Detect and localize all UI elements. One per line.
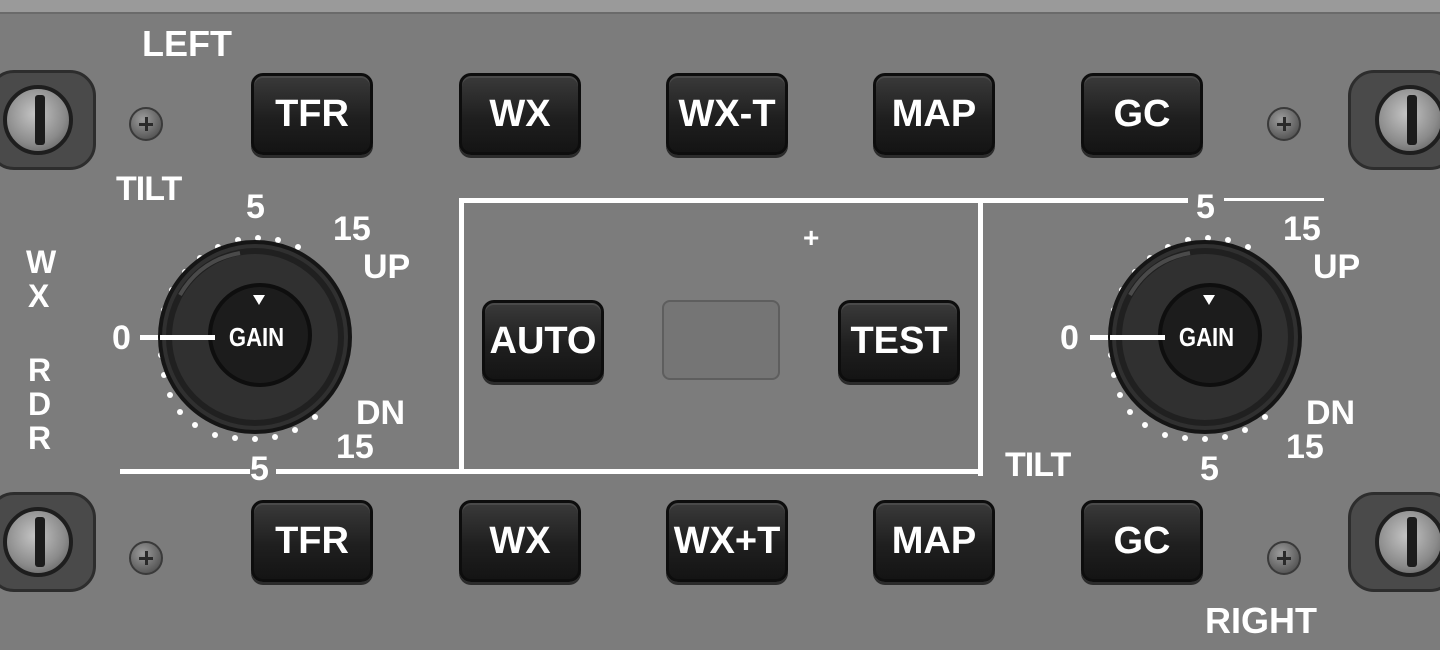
right-scale-dn15: 15 <box>1286 428 1324 466</box>
plus-marker: + <box>803 222 820 253</box>
status-display <box>662 300 780 380</box>
tilt-label-right: TILT <box>1005 446 1071 484</box>
center-frame-left <box>459 198 464 471</box>
tilt-label-left: TILT <box>116 170 182 208</box>
top-map-button[interactable]: MAP <box>873 73 995 155</box>
mount-screw-top-left <box>0 70 96 170</box>
test-button[interactable]: TEST <box>838 300 960 382</box>
right-gain-tilt-knob[interactable]: GAIN <box>1090 225 1320 450</box>
bottom-map-button[interactable]: MAP <box>873 500 995 582</box>
center-frame-right <box>978 198 983 476</box>
left-gain-label: GAIN <box>228 322 285 352</box>
left-scale-dn15: 15 <box>336 428 374 466</box>
right-scale-zero: 0 <box>1060 319 1079 357</box>
wx-rdr-letter: R <box>28 420 52 456</box>
left-scale-zero: 0 <box>112 319 131 357</box>
mount-screw-icon <box>1375 507 1440 577</box>
right-scale-dn: DN <box>1306 394 1356 432</box>
right-scale-up15: 15 <box>1283 210 1321 248</box>
top-gc-button[interactable]: GC <box>1081 73 1203 155</box>
left-divider-a <box>120 469 250 474</box>
mount-screw-icon <box>3 507 73 577</box>
wx-rdr-letter: W <box>26 244 57 280</box>
right-label: RIGHT <box>1205 600 1317 641</box>
panel-screw-icon <box>129 541 163 575</box>
mount-screw-icon <box>1375 85 1440 155</box>
left-scale-up: UP <box>363 248 411 286</box>
wx-rdr-letter: D <box>28 386 52 422</box>
top-wx-button[interactable]: WX <box>459 73 581 155</box>
left-divider-b <box>276 469 983 474</box>
bottom-gc-button[interactable]: GC <box>1081 500 1203 582</box>
right-scale-up: UP <box>1313 248 1361 286</box>
left-scale-dn5: 5 <box>250 450 269 488</box>
right-scale-dn5: 5 <box>1200 450 1219 488</box>
top-wx-t-button[interactable]: WX-T <box>666 73 788 155</box>
bottom-wx-plus-t-button[interactable]: WX+T <box>666 500 788 582</box>
right-scale-up5: 5 <box>1196 188 1215 226</box>
panel-screw-icon <box>1267 541 1301 575</box>
right-divider-b <box>1224 198 1324 201</box>
weather-radar-control-panel: LEFT RIGHT TILT TILT + W X R D R TFR WX … <box>0 0 1440 650</box>
left-gain-tilt-knob[interactable]: GAIN <box>140 225 370 450</box>
mount-screw-top-right <box>1348 70 1440 170</box>
panel-screw-icon <box>129 107 163 141</box>
top-tfr-button[interactable]: TFR <box>251 73 373 155</box>
mount-screw-bottom-left <box>0 492 96 592</box>
right-divider-a <box>978 198 1188 203</box>
mount-screw-icon <box>3 85 73 155</box>
wx-rdr-letter: R <box>28 352 52 388</box>
auto-button[interactable]: AUTO <box>482 300 604 382</box>
panel-screw-icon <box>1267 107 1301 141</box>
mount-screw-bottom-right <box>1348 492 1440 592</box>
bottom-wx-button[interactable]: WX <box>459 500 581 582</box>
left-label: LEFT <box>142 23 232 64</box>
center-frame-top <box>459 198 989 203</box>
left-scale-up5: 5 <box>246 188 265 226</box>
bottom-tfr-button[interactable]: TFR <box>251 500 373 582</box>
right-gain-label: GAIN <box>1178 322 1235 352</box>
panel-top-edge <box>0 0 1440 14</box>
left-scale-dn: DN <box>356 394 406 432</box>
wx-rdr-letter: X <box>28 278 50 314</box>
left-scale-up15: 15 <box>333 210 371 248</box>
